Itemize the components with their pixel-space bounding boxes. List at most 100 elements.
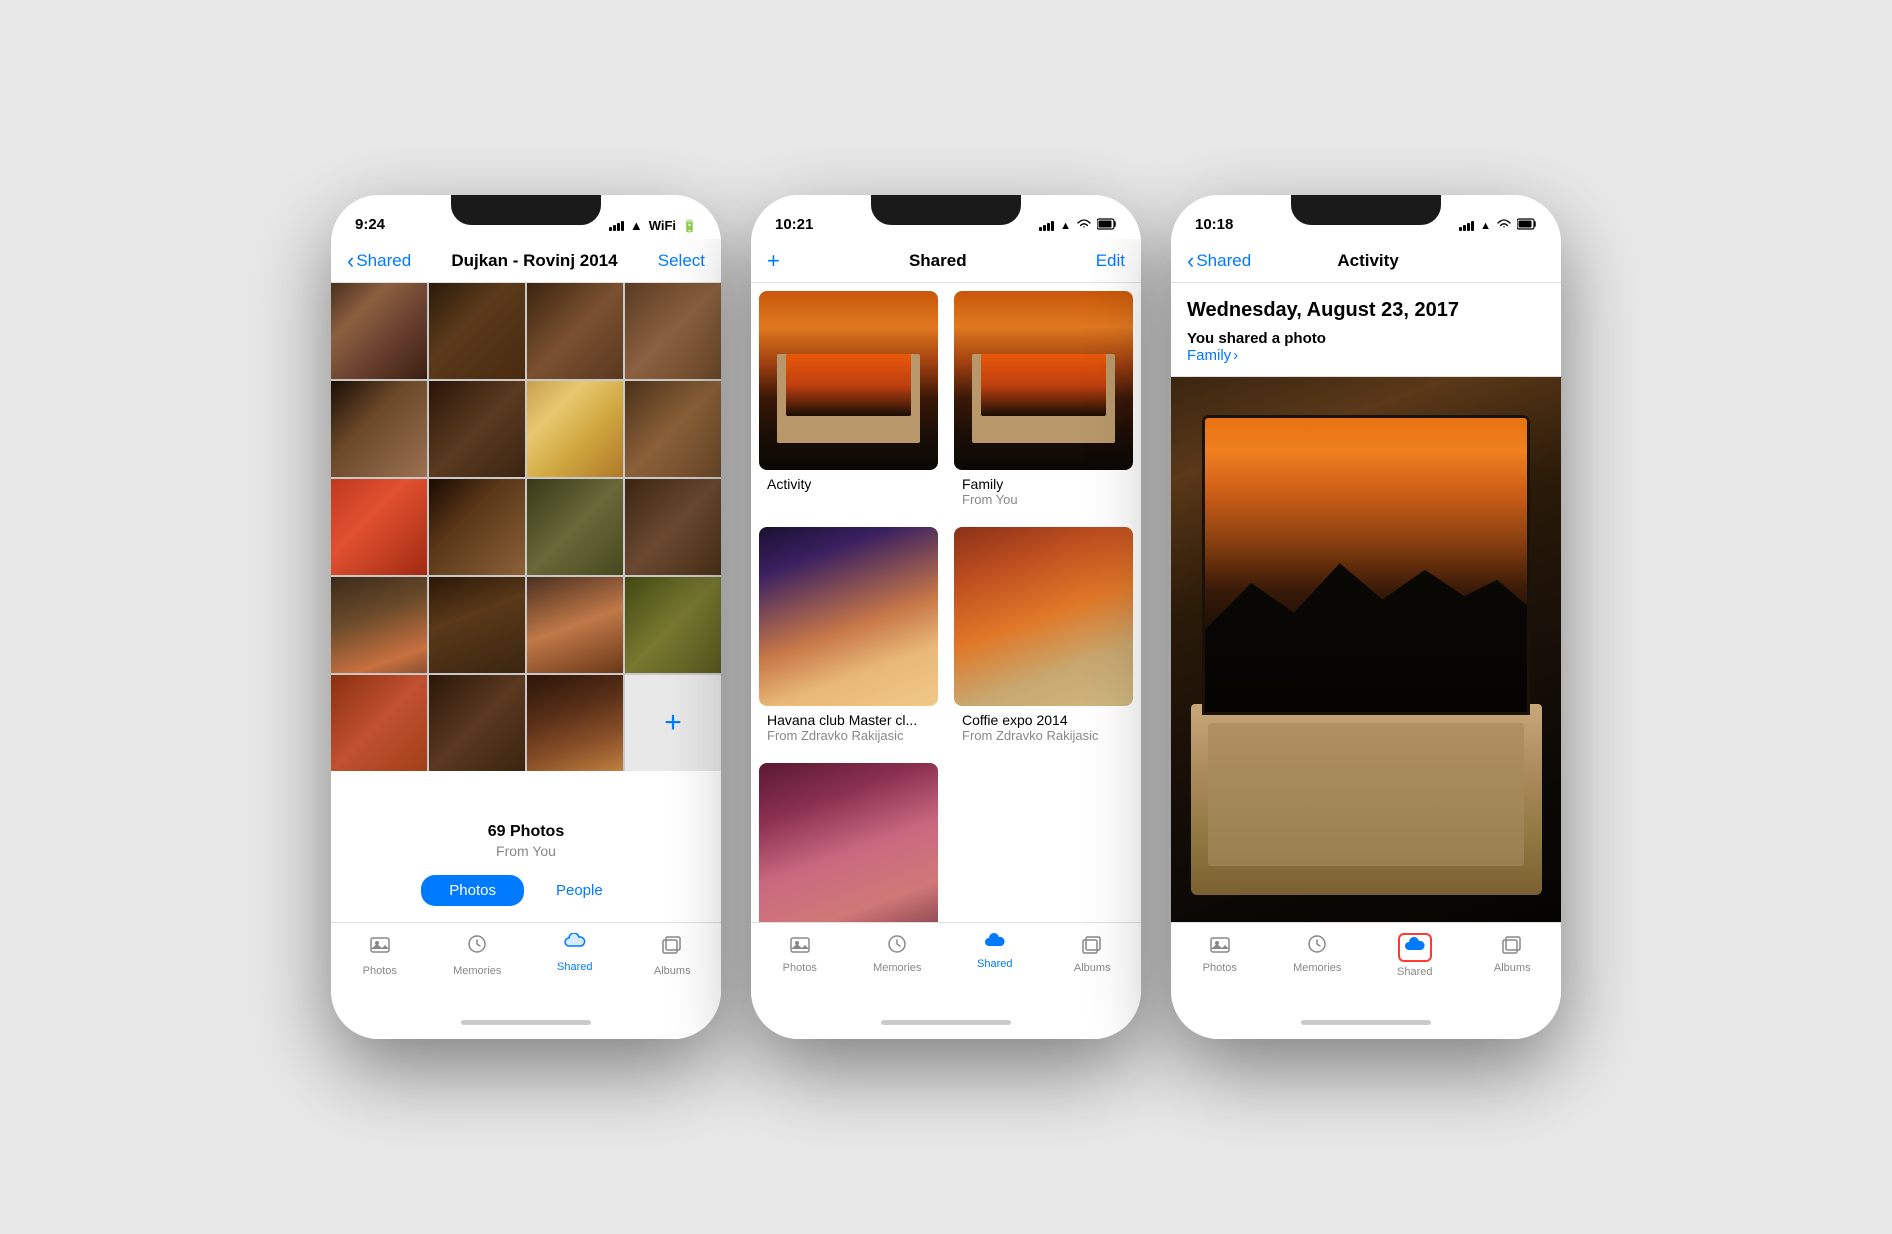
album-row-1: Activity Family From You <box>751 291 1141 527</box>
photo-cell-1[interactable] <box>331 283 427 379</box>
battery-icon-3 <box>1517 218 1537 233</box>
photos-tab-btn[interactable]: Photos <box>421 875 524 906</box>
photo-cell-12[interactable] <box>625 479 721 575</box>
activity-action: You shared a photo <box>1187 330 1545 347</box>
nav-title-2: Shared <box>780 251 1096 271</box>
photo-cell-15[interactable] <box>527 577 623 673</box>
people-tab-btn[interactable]: People <box>528 875 631 906</box>
phone-3: 10:18 ▲ Shared Activity <box>1171 195 1561 1039</box>
nav-memories-label-2: Memories <box>873 962 921 974</box>
photo-cell-3[interactable] <box>527 283 623 379</box>
phone-1: 9:24 ▲ WiFi 🔋 Shared Dujkan - Rovinj 201… <box>331 195 721 1039</box>
photos-icon-1 <box>369 933 391 961</box>
back-button-3[interactable]: Shared <box>1187 250 1251 272</box>
nav-albums-1[interactable]: Albums <box>624 933 722 977</box>
photo-cell-7[interactable] <box>527 381 623 477</box>
activity-thumb <box>759 291 938 470</box>
nav-photos-3[interactable]: Photos <box>1171 933 1269 974</box>
status-icons-1: ▲ WiFi 🔋 <box>609 218 697 233</box>
photo-cell-14[interactable] <box>429 577 525 673</box>
photo-cell-13[interactable] <box>331 577 427 673</box>
nav-shared-3[interactable]: Shared <box>1366 933 1464 978</box>
time-3: 10:18 <box>1195 216 1233 233</box>
photo-cell-2[interactable] <box>429 283 525 379</box>
photo-cell-11[interactable] <box>527 479 623 575</box>
photo-cell-16[interactable] <box>625 577 721 673</box>
album-cell-havana[interactable]: Havana club Master cl... From Zdravko Ra… <box>751 527 946 763</box>
tab-buttons-1: Photos People <box>331 867 721 922</box>
photo-grid-1: + <box>331 283 721 771</box>
edit-button-2[interactable]: Edit <box>1096 251 1125 271</box>
album-cell-family[interactable]: Family From You <box>946 291 1141 527</box>
nav-memories-3[interactable]: Memories <box>1269 933 1367 974</box>
activity-you: You <box>1187 330 1214 347</box>
coffee-album-sub: From Zdravko Rakijasic <box>954 728 1133 743</box>
family-album-sub: From You <box>954 492 1133 507</box>
activity-header: Wednesday, August 23, 2017 You shared a … <box>1171 283 1561 377</box>
photo-cell-9[interactable] <box>331 479 427 575</box>
back-button-1[interactable]: Shared <box>347 250 411 272</box>
activity-date: Wednesday, August 23, 2017 <box>1187 299 1545 322</box>
nav-photos-2[interactable]: Photos <box>751 933 849 974</box>
nav-photos-1[interactable]: Photos <box>331 933 429 977</box>
phone-2: 10:21 ▲ + Shared Edit <box>751 195 1141 1039</box>
memories-icon-2 <box>886 933 908 958</box>
battery-icon-2 <box>1097 218 1117 233</box>
dujkan-thumb <box>759 763 938 922</box>
wifi-icon-1: ▲ <box>630 218 643 233</box>
family-thumb <box>954 291 1133 470</box>
add-shared-album-button[interactable]: + <box>767 248 780 274</box>
album-cell-dujkan[interactable]: Dujkan - Rovinj 2014 <box>751 763 946 922</box>
photo-count: 69 Photos <box>331 823 721 841</box>
nav-memories-label-1: Memories <box>453 965 501 977</box>
bottom-info-1: 69 Photos From You <box>331 807 721 867</box>
album-list: Activity Family From You <box>751 283 1141 922</box>
nav-memories-2[interactable]: Memories <box>849 933 947 974</box>
add-photo-cell[interactable]: + <box>625 675 721 771</box>
photo-cell-19[interactable] <box>527 675 623 771</box>
activity-album-link[interactable]: Family <box>1187 347 1545 364</box>
activity-album-title: Activity <box>759 476 938 492</box>
photo-cell-18[interactable] <box>429 675 525 771</box>
albums-icon-2 <box>1081 933 1103 958</box>
wifi-icon-3 <box>1497 218 1511 233</box>
nav-albums-3[interactable]: Albums <box>1464 933 1562 974</box>
shared-cloud-icon-2 <box>984 933 1006 954</box>
home-indicator-3 <box>1171 1005 1561 1039</box>
wifi-icon-2 <box>1077 218 1091 233</box>
shared-icon-highlighted <box>1398 933 1432 962</box>
album-cell-activity[interactable]: Activity <box>751 291 946 527</box>
nav-albums-2[interactable]: Albums <box>1044 933 1142 974</box>
nav-memories-label-3: Memories <box>1293 962 1341 974</box>
select-button-1[interactable]: Select <box>658 251 705 271</box>
photo-cell-5[interactable] <box>331 381 427 477</box>
location-icon-3: ▲ <box>1480 220 1491 232</box>
activity-photo-area <box>1171 377 1561 922</box>
notch-1 <box>451 195 601 225</box>
battery-icon-1: 🔋 <box>682 219 697 233</box>
nav-albums-label-1: Albums <box>654 965 691 977</box>
bottom-nav-2: Photos Memories Shared Albums <box>751 922 1141 1005</box>
nav-memories-1[interactable]: Memories <box>429 933 527 977</box>
album-cell-coffee[interactable]: Coffie expo 2014 From Zdravko Rakijasic <box>946 527 1141 763</box>
albums-icon-1 <box>661 933 683 961</box>
time-2: 10:21 <box>775 216 813 233</box>
photo-cell-8[interactable] <box>625 381 721 477</box>
photo-cell-17[interactable] <box>331 675 427 771</box>
album-row-2: Havana club Master cl... From Zdravko Ra… <box>751 527 1141 763</box>
notch-2 <box>871 195 1021 225</box>
shared-cloud-icon-3 <box>1404 937 1426 958</box>
photo-cell-10[interactable] <box>429 479 525 575</box>
nav-shared-label-2: Shared <box>977 958 1012 970</box>
bottom-nav-3: Photos Memories Shared <box>1171 922 1561 1005</box>
status-icons-3: ▲ <box>1459 218 1537 233</box>
coffee-thumb <box>954 527 1133 706</box>
nav-shared-2[interactable]: Shared <box>946 933 1044 970</box>
time-1: 9:24 <box>355 216 385 233</box>
status-icons-2: ▲ <box>1039 218 1117 233</box>
photo-cell-6[interactable] <box>429 381 525 477</box>
shared-cloud-icon-1 <box>564 933 586 957</box>
photos-icon-3 <box>1209 933 1231 958</box>
photo-cell-4[interactable] <box>625 283 721 379</box>
nav-shared-1[interactable]: Shared <box>526 933 624 973</box>
